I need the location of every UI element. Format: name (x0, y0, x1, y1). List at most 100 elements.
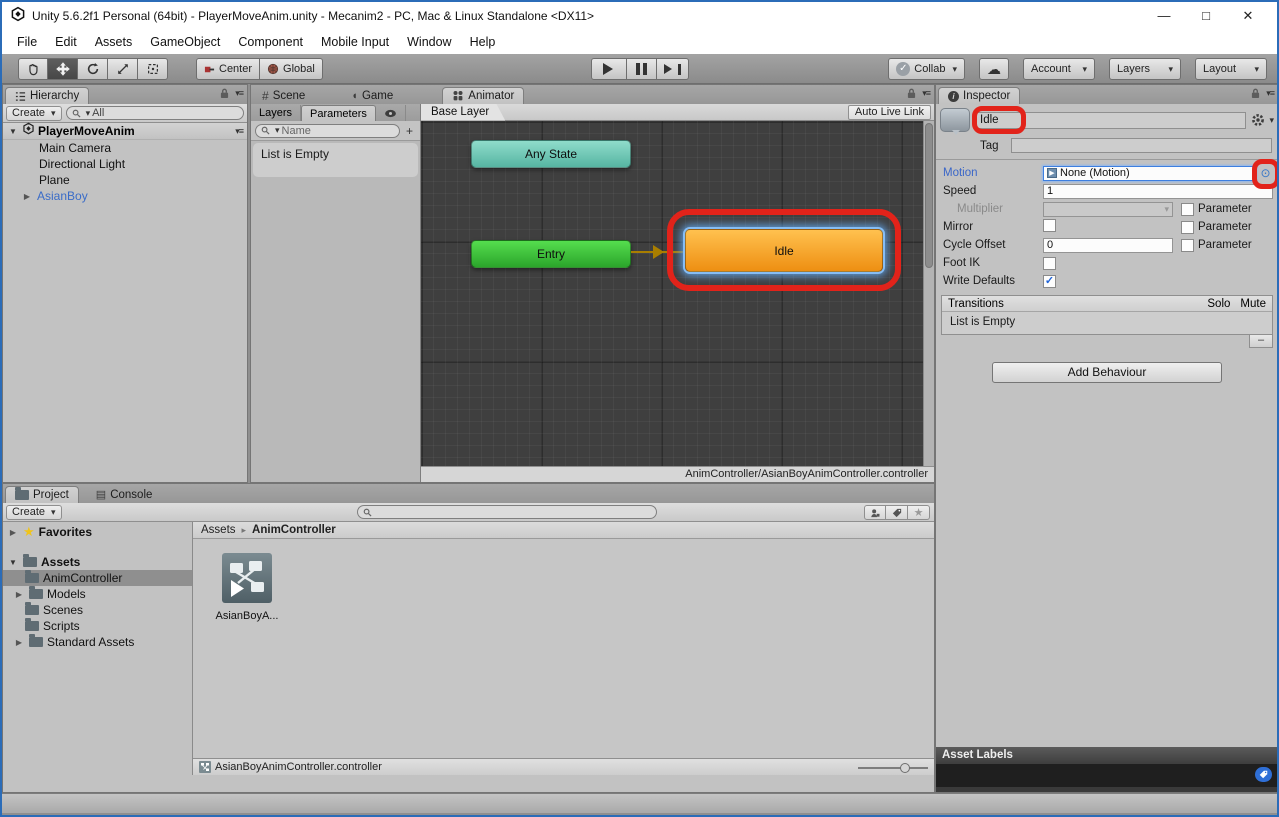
cloud-button[interactable]: ☁ (979, 58, 1009, 80)
tab-console[interactable]: ▤ Console (87, 486, 162, 503)
node-any-state[interactable]: Any State (471, 140, 631, 168)
gear-button[interactable]: ▾ (1251, 113, 1274, 127)
scene-menu-icon[interactable]: ▾≡ (235, 126, 243, 137)
search-by-label-button[interactable] (886, 505, 908, 520)
favorites-star-button[interactable]: ★ (908, 505, 930, 520)
space-global-button[interactable]: Global (260, 58, 323, 80)
scene-header-row[interactable]: ▼ PlayerMoveAnim ▾≡ (3, 123, 247, 140)
breadcrumb-assets[interactable]: Assets (201, 524, 236, 536)
tab-hierarchy[interactable]: Hierarchy (5, 87, 89, 104)
play-button[interactable] (591, 58, 627, 80)
thumbnail-size-slider[interactable] (858, 761, 928, 774)
hierarchy-item-directional-light[interactable]: Directional Light (3, 156, 247, 172)
search-by-type-button[interactable] (864, 505, 886, 520)
object-picker-button[interactable]: ⊙ (1258, 166, 1273, 181)
add-behaviour-button[interactable]: Add Behaviour (992, 362, 1222, 383)
motion-object-field[interactable]: ▶ None (Motion) (1043, 166, 1256, 181)
layers-dropdown[interactable]: Layers ▾ (1109, 58, 1181, 80)
add-parameter-button[interactable]: + (403, 124, 416, 138)
mute-column-label: Mute (1240, 298, 1266, 310)
multiplier-parameter-checkbox[interactable] (1181, 203, 1194, 216)
speed-input[interactable]: 1 (1043, 184, 1273, 199)
layout-dropdown[interactable]: Layout ▾ (1195, 58, 1267, 80)
write-defaults-checkbox[interactable]: ✓ (1043, 275, 1056, 288)
project-search-input[interactable] (357, 505, 657, 519)
menu-assets[interactable]: Assets (86, 30, 142, 54)
graph-scrollbar[interactable] (923, 121, 934, 466)
project-create-dropdown[interactable]: Create ▾ (6, 505, 62, 520)
mirror-checkbox[interactable] (1043, 219, 1056, 232)
pause-button[interactable] (627, 58, 657, 80)
tree-assets-root[interactable]: ▼ Assets (3, 554, 192, 570)
scene-foldout-icon[interactable]: ▼ (7, 127, 19, 136)
node-entry[interactable]: Entry (471, 240, 631, 268)
collab-button[interactable]: ✓ Collab ▾ (888, 58, 965, 80)
foot-ik-checkbox[interactable] (1043, 257, 1056, 270)
rotate-tool-icon[interactable] (78, 58, 108, 80)
breadcrumb-base-layer[interactable]: Base Layer (421, 104, 505, 121)
search-icon (72, 109, 81, 118)
state-machine-graph[interactable]: Any State Entry Idle (421, 121, 923, 466)
tree-scripts[interactable]: Scripts (3, 618, 192, 634)
tree-favorites[interactable]: ▶ ★ Favorites (3, 524, 192, 540)
menu-file[interactable]: File (8, 30, 46, 54)
graph-scrollbar-thumb[interactable] (925, 123, 933, 268)
tree-animcontroller[interactable]: AnimController (3, 570, 192, 586)
cycle-offset-label: Cycle Offset (943, 239, 1043, 251)
menu-component[interactable]: Component (229, 30, 312, 54)
tab-scene[interactable]: # Scene (253, 87, 314, 104)
close-button[interactable]: ✕ (1227, 8, 1269, 24)
slider-thumb[interactable] (900, 763, 910, 773)
assets-grid[interactable]: AsianBoyA... (193, 539, 934, 775)
auto-live-link-button[interactable]: Auto Live Link (848, 105, 931, 120)
menu-help[interactable]: Help (461, 30, 505, 54)
hierarchy-item-plane[interactable]: Plane (3, 172, 247, 188)
rect-tool-icon[interactable] (138, 58, 168, 80)
breadcrumb-current[interactable]: AnimController (252, 524, 336, 536)
tree-standard-assets[interactable]: ▶ Standard Assets (3, 634, 192, 650)
hierarchy-search-input[interactable]: ▾ All (66, 106, 244, 120)
lock-icon[interactable] (1251, 88, 1260, 99)
hierarchy-item-asianboy[interactable]: ▶ AsianBoy (3, 188, 247, 204)
asianboy-foldout-icon[interactable]: ▶ (21, 192, 33, 201)
menu-edit[interactable]: Edit (46, 30, 86, 54)
pivot-center-button[interactable]: Center (196, 58, 260, 80)
unity-window: Unity 5.6.2f1 Personal (64bit) - PlayerM… (0, 0, 1279, 817)
cycle-offset-input[interactable]: 0 (1043, 238, 1173, 253)
node-idle[interactable]: Idle (685, 229, 883, 272)
move-tool-icon[interactable] (48, 58, 78, 80)
tab-inspector[interactable]: i Inspector (938, 87, 1020, 104)
cycle-offset-parameter-checkbox[interactable] (1181, 239, 1194, 252)
panel-menu-icon[interactable]: ▾≡ (1266, 88, 1274, 99)
account-dropdown[interactable]: Account ▾ (1023, 58, 1095, 80)
tab-animator[interactable]: Animator (442, 87, 524, 104)
subtab-layers[interactable]: Layers (251, 105, 301, 121)
remove-transition-button[interactable]: – (1249, 335, 1273, 348)
minimize-button[interactable]: — (1143, 8, 1185, 24)
mirror-parameter-checkbox[interactable] (1181, 221, 1194, 234)
menu-mobile-input[interactable]: Mobile Input (312, 30, 398, 54)
tab-project[interactable]: Project (5, 486, 79, 503)
step-button[interactable] (657, 58, 689, 80)
eye-icon[interactable] (376, 105, 406, 121)
tag-field[interactable] (1011, 138, 1272, 153)
tab-game[interactable]: ◖ Game (342, 87, 402, 104)
maximize-button[interactable]: □ (1185, 8, 1227, 24)
scale-tool-icon[interactable] (108, 58, 138, 80)
lock-icon[interactable] (220, 88, 229, 99)
hand-tool-icon[interactable] (18, 58, 48, 80)
hierarchy-item-main-camera[interactable]: Main Camera (3, 140, 247, 156)
lock-icon[interactable] (907, 88, 916, 99)
subtab-parameters[interactable]: Parameters (301, 105, 376, 121)
tree-scenes[interactable]: Scenes (3, 602, 192, 618)
tree-models[interactable]: ▶ Models (3, 586, 192, 602)
parameters-search-input[interactable]: ▾ Name (255, 124, 400, 138)
state-name-field[interactable]: Idle (975, 112, 1246, 129)
panel-menu-icon[interactable]: ▾≡ (235, 88, 243, 99)
menu-window[interactable]: Window (398, 30, 460, 54)
menu-gameobject[interactable]: GameObject (141, 30, 229, 54)
panel-menu-icon[interactable]: ▾≡ (922, 88, 930, 99)
asset-label-tag-button[interactable] (1255, 767, 1272, 782)
hierarchy-create-dropdown[interactable]: Create ▾ (6, 106, 62, 121)
asset-animcontroller[interactable]: AsianBoyA... (215, 553, 279, 622)
